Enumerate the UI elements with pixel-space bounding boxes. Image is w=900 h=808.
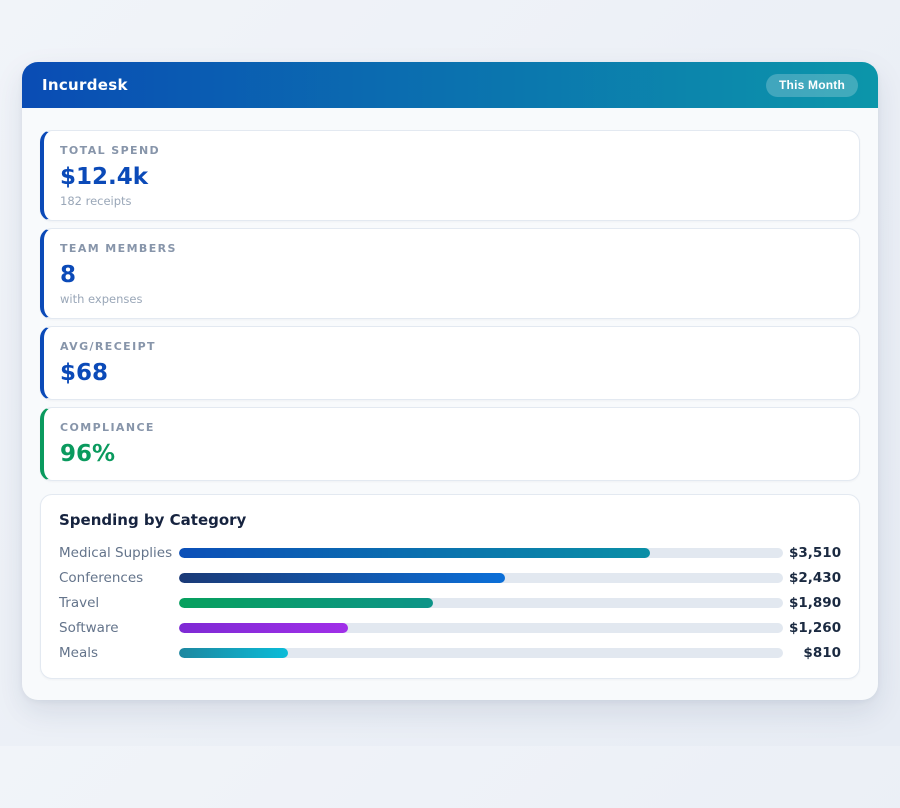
stat-value: $68 [60,359,841,387]
dashboard-container: Incurdesk This Month TOTAL SPEND $12.4k … [22,62,878,700]
bar-fill [179,648,288,658]
bar-track [179,623,783,633]
stat-card-avg-receipt: AVG/RECEIPT $68 [40,326,860,400]
category-value: $3,510 [789,545,841,561]
stat-label: AVG/RECEIPT [60,340,841,353]
category-label: Conferences [59,570,179,586]
chart-row-meals: Meals $810 [59,640,841,665]
header: Incurdesk This Month [22,62,878,108]
stat-label: TEAM MEMBERS [60,242,841,255]
bar-fill [179,623,348,633]
bar-track [179,648,783,658]
category-value: $2,430 [789,570,841,586]
bar-track [179,598,783,608]
bar-fill [179,548,650,558]
stat-card-team-members: TEAM MEMBERS 8 with expenses [40,228,860,319]
stat-subtext: 182 receipts [60,194,841,208]
chart-row-medical-supplies: Medical Supplies $3,510 [59,540,841,565]
bar-fill [179,598,433,608]
category-label: Travel [59,595,179,611]
period-badge[interactable]: This Month [766,74,858,97]
bar-track [179,548,783,558]
chart-row-conferences: Conferences $2,430 [59,565,841,590]
stat-value: 96% [60,440,841,468]
category-value: $1,890 [789,595,841,611]
category-label: Software [59,620,179,636]
category-value: $810 [789,645,841,661]
main-content: TOTAL SPEND $12.4k 182 receipts TEAM MEM… [22,108,878,700]
chart-row-software: Software $1,260 [59,615,841,640]
category-label: Meals [59,645,179,661]
stat-value: $12.4k [60,163,841,191]
stat-card-compliance: COMPLIANCE 96% [40,407,860,481]
stat-card-total-spend: TOTAL SPEND $12.4k 182 receipts [40,130,860,221]
category-value: $1,260 [789,620,841,636]
chart-title: Spending by Category [59,511,841,529]
app-title: Incurdesk [42,76,128,94]
stat-value: 8 [60,261,841,289]
stat-label: TOTAL SPEND [60,144,841,157]
bar-fill [179,573,505,583]
stat-label: COMPLIANCE [60,421,841,434]
spending-chart-card: Spending by Category Medical Supplies $3… [40,494,860,679]
bar-track [179,573,783,583]
chart-row-travel: Travel $1,890 [59,590,841,615]
stat-subtext: with expenses [60,292,841,306]
category-label: Medical Supplies [59,545,179,561]
